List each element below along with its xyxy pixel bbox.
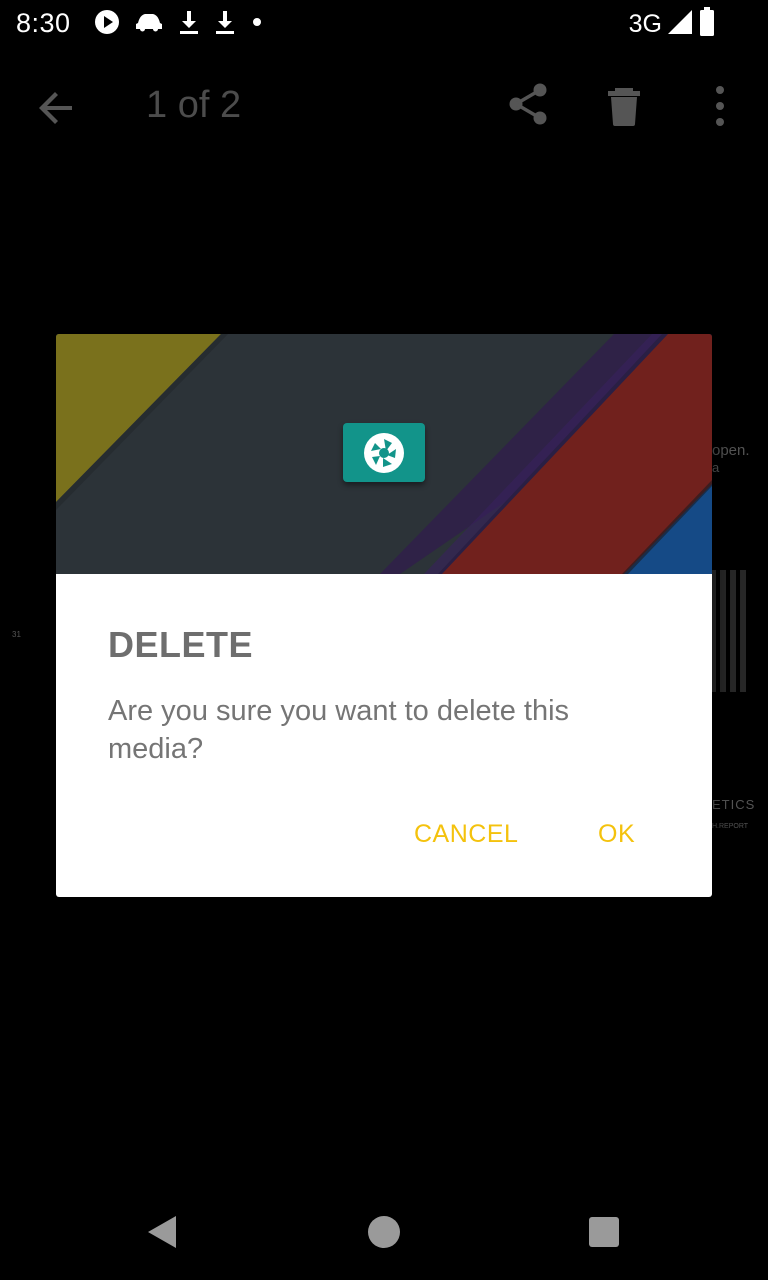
bg-text-snippet: ETICS	[712, 797, 756, 812]
navigation-bar	[0, 1184, 768, 1280]
nav-home-icon[interactable]	[368, 1216, 400, 1248]
dialog-message: Are you sure you want to delete this med…	[108, 695, 570, 765]
play-icon	[94, 9, 120, 40]
bg-text-snippet: open.	[712, 442, 750, 459]
back-arrow-icon[interactable]	[32, 84, 80, 132]
ok-button[interactable]: OK	[586, 812, 647, 857]
notification-icons	[94, 9, 264, 40]
screen: 8:30 3G 1 of 2 open. a 31 ETICS H.REPORT…	[0, 0, 768, 1280]
more-vert-icon[interactable]	[700, 82, 740, 130]
car-icon	[134, 9, 164, 40]
bg-text-snippet: 31	[12, 630, 21, 639]
camera-aperture-icon	[343, 423, 425, 482]
status-bar: 8:30 3G	[0, 0, 768, 48]
status-time: 8:30	[16, 8, 71, 38]
media-toolbar: 1 of 2	[0, 56, 768, 152]
bg-text-snippet: H.REPORT	[712, 823, 749, 830]
share-icon[interactable]	[506, 80, 550, 128]
dialog-header-banner	[56, 334, 712, 574]
network-type: 3G	[628, 9, 662, 38]
signal-icon	[666, 8, 694, 41]
system-icons: 3G	[628, 6, 716, 42]
bg-text-snippet: a	[712, 460, 720, 475]
dot-icon	[250, 9, 264, 40]
download-icon	[178, 9, 200, 40]
delete-dialog: DELETE Are you sure you want to delete t…	[56, 334, 712, 897]
battery-icon	[698, 6, 716, 42]
trash-icon[interactable]	[600, 82, 648, 130]
qr-code-image	[710, 570, 746, 692]
page-title: 1 of 2	[146, 84, 242, 126]
cancel-button[interactable]: CANCEL	[402, 812, 530, 857]
dialog-title: DELETE	[108, 624, 254, 665]
download-icon	[214, 9, 236, 40]
nav-recents-icon[interactable]	[589, 1217, 619, 1247]
nav-back-icon[interactable]	[144, 1214, 180, 1250]
